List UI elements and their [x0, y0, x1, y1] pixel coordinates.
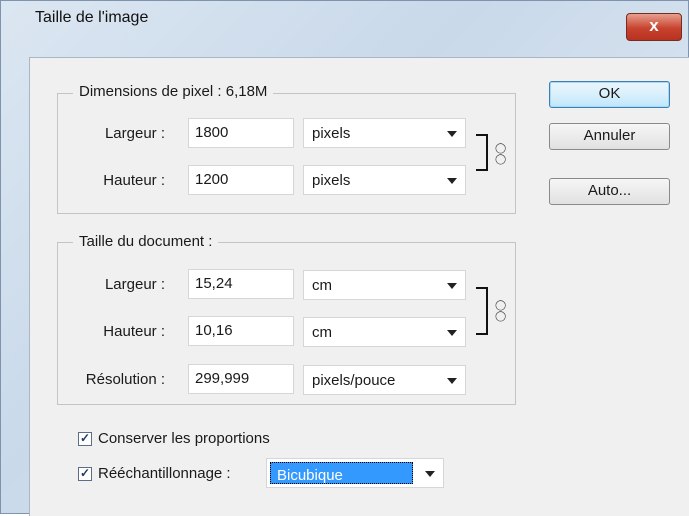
resample-method-select[interactable]: Bicubique [266, 458, 444, 488]
resample-checkbox[interactable]: ✓ [78, 467, 92, 481]
doc-height-input[interactable]: 10,16 [188, 316, 294, 346]
doc-width-unit-select[interactable]: cm [303, 270, 466, 300]
pixel-width-label: Largeur : [104, 125, 165, 142]
chain-link-icon: ◯ ◯ [495, 300, 507, 322]
title-bar[interactable]: Taille de l'image [1, 1, 688, 31]
chevron-down-icon [447, 378, 457, 384]
pixel-height-unit-select[interactable]: pixels [303, 165, 466, 195]
dialog-window: Taille de l'image x Dimensions de pixel … [0, 0, 689, 516]
ok-button[interactable]: OK [549, 81, 670, 108]
resolution-unit-select[interactable]: pixels/pouce [303, 365, 466, 395]
chain-link-icon: ◯ ◯ [495, 143, 507, 165]
pixel-link-bracket [476, 134, 488, 171]
resolution-unit-value: pixels/pouce [312, 372, 396, 389]
pixel-height-input[interactable]: 1200 [188, 165, 294, 195]
pixel-width-unit-value: pixels [312, 125, 351, 142]
dialog-title: Taille de l'image [35, 9, 149, 26]
cancel-button[interactable]: Annuler [549, 123, 670, 150]
doc-width-label: Largeur : [104, 276, 165, 293]
resolution-label: Résolution : [85, 371, 165, 388]
doc-height-label: Hauteur : [103, 323, 165, 340]
doc-height-unit-select[interactable]: cm [303, 317, 466, 347]
chevron-down-icon [447, 283, 457, 289]
pixel-width-unit-select[interactable]: pixels [303, 118, 466, 148]
chevron-down-icon [447, 131, 457, 137]
doc-width-input[interactable]: 15,24 [188, 269, 294, 299]
resolution-input[interactable]: 299,999 [188, 364, 294, 394]
chevron-down-icon [425, 471, 435, 477]
pixel-dimensions-legend: Dimensions de pixel : 6,18M [73, 83, 274, 100]
resample-method-value: Bicubique [270, 462, 413, 484]
pixel-width-input[interactable]: 1800 [188, 118, 294, 148]
constrain-proportions-label[interactable]: Conserver les proportions [98, 430, 270, 447]
chevron-down-icon [447, 178, 457, 184]
doc-height-unit-value: cm [312, 324, 332, 341]
constrain-proportions-checkbox[interactable]: ✓ [78, 432, 92, 446]
resample-label[interactable]: Rééchantillonnage : [98, 465, 231, 482]
close-button[interactable]: x [626, 13, 682, 41]
pixel-dimensions-group [57, 93, 516, 214]
doc-link-bracket [476, 287, 488, 335]
document-size-legend: Taille du document : [73, 233, 219, 250]
pixel-height-label: Hauteur : [103, 172, 165, 189]
chevron-down-icon [447, 330, 457, 336]
auto-button[interactable]: Auto... [549, 178, 670, 205]
doc-width-unit-value: cm [312, 277, 332, 294]
pixel-height-unit-value: pixels [312, 172, 351, 189]
